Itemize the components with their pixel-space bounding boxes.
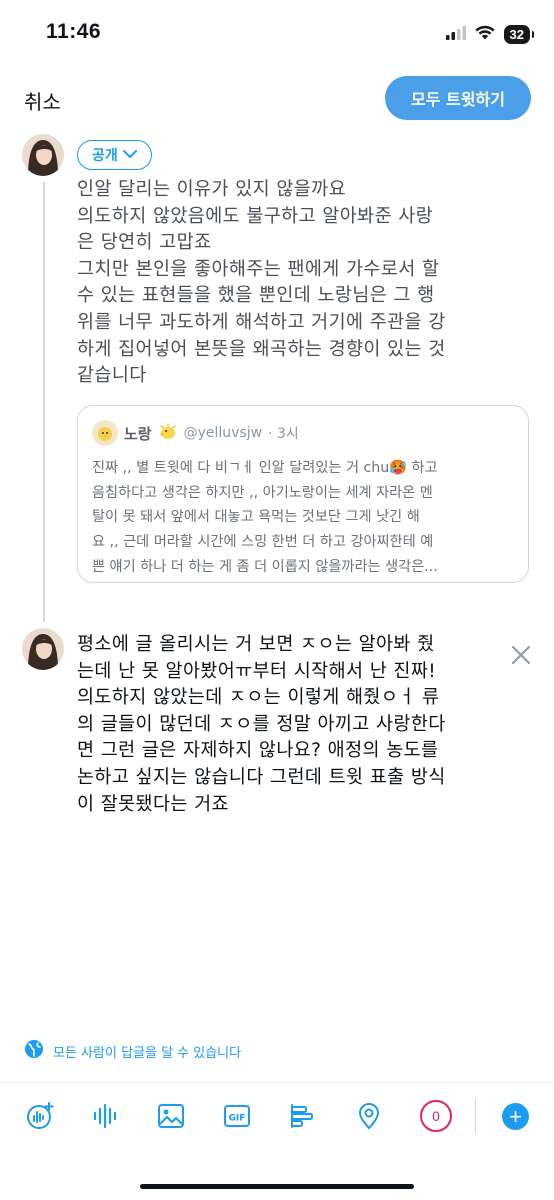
cellular-signal-icon	[445, 25, 466, 44]
audience-label: 공개	[92, 148, 118, 164]
tweet-line: 의 글들이 많던데 ㅈㅇ를 정말 아끼고 사랑한다	[77, 713, 446, 735]
tweet-line: 이 잘못됐다는 거죠	[77, 793, 229, 815]
quoted-tweet-body: 진짜 ,, 별 트윗에 다 비ㄱㅔ 인알 달려있는 거 chu🥵 하고 음침하다…	[92, 456, 518, 580]
reply-settings[interactable]: 모든 사람이 답글을 달 수 있습니다	[24, 1039, 241, 1063]
audience-selector[interactable]: 공개	[77, 140, 152, 170]
tweet-all-button[interactable]: 모두 트윗하기	[385, 76, 531, 120]
tweet-line: 하게 집어넣어 본뜻을 왜곡하는 경향이 있는 것	[77, 338, 446, 360]
quoted-author-handle: @yelluvsjw	[183, 425, 263, 441]
wifi-icon	[474, 25, 495, 44]
tweet-line: 는데 난 못 알아봤어ㅠ부터 시작해서 난 진짜!	[77, 660, 437, 682]
avatar[interactable]	[22, 134, 64, 176]
tweet-line: 의도하지 않았음에도 불구하고 알아봐준 사랑	[77, 205, 434, 227]
gif-icon[interactable]: GIF	[221, 1100, 253, 1132]
quoted-line: 진짜 ,, 별 트윗에 다 비ㄱㅔ 인알 달려있는 거 chu🥵 하고	[92, 460, 438, 476]
first-tweet-text[interactable]: 인알 달리는 이유가 있지 않을까요 의도하지 않았음에도 불구하고 알아봐준 …	[77, 177, 517, 390]
add-tweet-button[interactable]: +	[502, 1103, 529, 1130]
tweet-line: 같습니다	[77, 365, 147, 387]
quoted-line: 탈이 못 돼서 앞에서 대놓고 욕먹는 것보단 그게 낫긴 해	[92, 509, 420, 526]
quoted-line: 음침하다고 생각은 하지만 ,, 아기노랑이는 세계 자라온 멘	[92, 484, 433, 501]
tweet-line: 수 있는 표현들을 했을 뿐인데 노랑님은 그 행	[77, 285, 435, 307]
quoted-line: 요 ,, 근데 머라할 시간에 스밍 한번 더 하고 강아찌한테 예	[92, 534, 434, 551]
tweet-line: 그치만 본인을 좋아해주는 팬에게 가수로서 할	[77, 258, 440, 280]
status-bar: 11:46 32	[0, 0, 554, 72]
tweet-line: 면 그런 글은 자제하지 않나요? 애정의 농도를	[77, 740, 439, 762]
tweet-line: 평소에 글 올리시는 거 보면 ㅈㅇ는 알아봐 줬	[77, 634, 435, 655]
home-indicator[interactable]	[140, 1184, 414, 1189]
tweet-line: 논하고 싶지는 않습니다 그런데 트윗 표출 방식	[77, 766, 446, 788]
avatar[interactable]	[22, 628, 64, 670]
quoted-tweet-card[interactable]: 노랑 @yelluvsjw · 3시 진짜 ,, 별 트윗에 다 비ㄱㅔ 인알 …	[77, 405, 529, 583]
tweet-line: 의도하지 않았는데 ㅈㅇ는 이렇게 해줬ㅇㅓ 류	[77, 687, 440, 709]
chevron-down-icon	[122, 147, 137, 163]
second-tweet-text[interactable]: 평소에 글 올리시는 거 보면 ㅈㅇ는 알아봐 줬 는데 난 못 알아봤어ㅠ부터…	[77, 632, 517, 818]
image-icon[interactable]	[155, 1100, 187, 1132]
location-icon[interactable]	[353, 1100, 385, 1132]
tweet-line: 위를 너무 과도하게 해석하고 거기에 주관을 강	[77, 311, 446, 333]
cancel-button[interactable]: 취소	[24, 86, 61, 115]
poll-icon[interactable]	[287, 1100, 319, 1132]
status-icons: 32	[445, 25, 535, 44]
quoted-author-name: 노랑	[124, 424, 152, 443]
composer-toolbar: GIF	[0, 1084, 554, 1150]
quoted-line: 쁜 얘기 하나 더 하는 게 좀 더 이롭지 않을까라는 생각은...	[92, 558, 438, 575]
battery-indicator: 32	[503, 25, 535, 44]
audio-icon[interactable]	[89, 1100, 121, 1132]
toolbar-separator	[475, 1098, 476, 1134]
quoted-tweet-time: · 3시	[268, 426, 299, 442]
quoted-avatar	[92, 420, 118, 446]
plus-icon: +	[509, 1104, 522, 1129]
reply-settings-label: 모든 사람이 답글을 달 수 있습니다	[53, 1045, 242, 1061]
toolbar-divider	[0, 1082, 554, 1083]
close-icon[interactable]	[509, 643, 533, 667]
spaces-icon[interactable]	[24, 1100, 56, 1132]
quoted-tweet-header: 노랑 @yelluvsjw · 3시	[92, 420, 299, 446]
chick-emoji-icon	[158, 422, 178, 444]
gif-label: GIF	[229, 1114, 246, 1124]
thread-connector-line	[43, 182, 45, 622]
tweet-line: 은 당연히 고맙죠	[77, 232, 212, 254]
character-counter: 0	[420, 1100, 452, 1132]
status-time: 11:46	[46, 20, 102, 43]
tweet-line: 인알 달리는 이유가 있지 않을까요	[77, 179, 347, 200]
globe-icon	[24, 1039, 44, 1063]
